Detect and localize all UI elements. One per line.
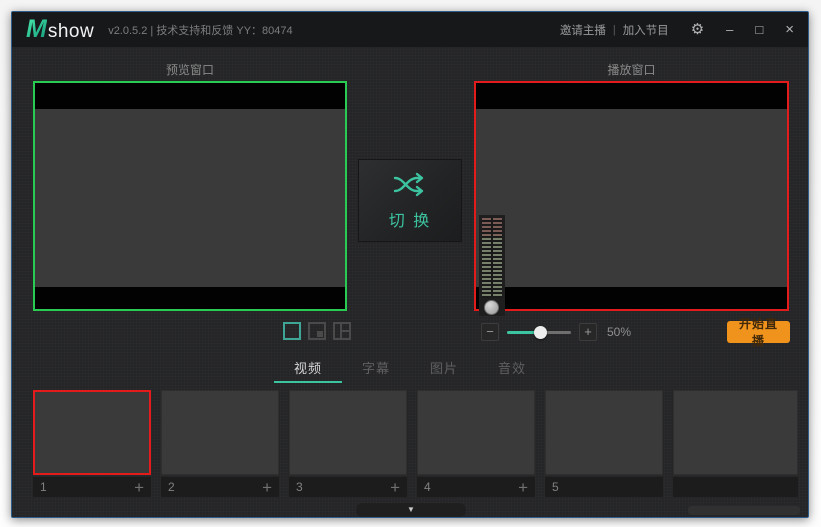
volume-value: 50% (607, 325, 632, 339)
media-footer: 3 + (289, 477, 407, 497)
settings-gear-icon[interactable]: ⚙ (691, 22, 704, 37)
media-slot-2[interactable]: 2 + (161, 390, 279, 498)
tab-video[interactable]: 视频 (274, 359, 342, 383)
media-footer: 4 + (417, 477, 535, 497)
add-media-button[interactable]: + (262, 479, 272, 496)
volume-slider-knob[interactable] (534, 325, 548, 339)
media-footer: 1 + (33, 477, 151, 497)
preview-letterbox-bottom (35, 287, 345, 309)
invite-host-link[interactable]: 邀请主播 (560, 22, 606, 38)
audio-level-meter[interactable] (479, 215, 505, 316)
program-window[interactable] (474, 81, 789, 311)
media-slot-number: 5 (552, 480, 559, 494)
app-logo: M show (26, 14, 95, 43)
media-footer: 5 (545, 477, 663, 497)
program-video-content (476, 109, 787, 287)
media-thumbnail[interactable] (289, 390, 407, 475)
split-horizontal-line (342, 330, 349, 332)
minimize-button[interactable]: – (726, 23, 733, 36)
media-thumbnail[interactable] (33, 390, 151, 475)
media-thumbnail[interactable] (673, 390, 798, 475)
switch-button-label: 切 换 (388, 212, 432, 230)
layout-toolbar (283, 322, 351, 340)
media-footer (673, 477, 798, 497)
media-slot-number: 2 (168, 480, 175, 494)
audio-fader-knob[interactable] (484, 300, 499, 315)
close-button[interactable]: × (785, 22, 794, 37)
horizontal-scrollbar-thumb[interactable] (688, 506, 800, 515)
program-letterbox-bottom (476, 287, 787, 309)
start-streaming-button[interactable]: 开始直播 (727, 317, 790, 348)
media-slot-5[interactable]: 5 (545, 390, 663, 498)
pip-inner-rect (317, 331, 323, 337)
app-window: M show v2.0.5.2 | 技术支持和反馈 YY：80474 邀请主播 … (11, 11, 809, 518)
volume-decrease-button[interactable]: − (481, 323, 499, 341)
media-slot-3[interactable]: 3 + (289, 390, 407, 498)
shuffle-icon (393, 172, 424, 196)
media-tabs: 视频 字幕 图片 音效 (274, 359, 546, 383)
preview-pane-title: 预览窗口 (165, 63, 214, 77)
add-media-button[interactable]: + (518, 479, 528, 496)
media-thumbnail[interactable] (161, 390, 279, 475)
media-slot-number: 1 (40, 480, 47, 494)
media-slot-number: 4 (424, 480, 431, 494)
layout-single-icon[interactable] (283, 322, 301, 340)
layout-split-icon[interactable] (333, 322, 351, 340)
preview-letterbox-top (35, 83, 345, 109)
collapse-strip-button[interactable]: ▼ (356, 503, 466, 517)
layout-pip-icon[interactable] (308, 322, 326, 340)
vu-meter-bars (482, 218, 502, 298)
logo-text: show (47, 20, 95, 42)
add-media-button[interactable]: + (134, 479, 144, 496)
media-slot-number: 3 (296, 480, 303, 494)
media-thumbnail[interactable] (545, 390, 663, 475)
program-pane-title: 播放窗口 (607, 63, 656, 77)
maximize-button[interactable]: □ (755, 23, 763, 36)
preview-video-content (35, 109, 345, 287)
media-slot-4[interactable]: 4 + (417, 390, 535, 498)
volume-slider[interactable] (507, 325, 571, 339)
add-media-button[interactable]: + (390, 479, 400, 496)
preview-window[interactable] (33, 81, 347, 311)
media-thumbnail[interactable] (417, 390, 535, 475)
join-program-link[interactable]: 加入节目 (623, 22, 669, 38)
tab-images[interactable]: 图片 (410, 359, 478, 383)
media-slot-1[interactable]: 1 + (33, 390, 151, 498)
media-strip: 1 + 2 + 3 + 4 + 5 (33, 390, 798, 498)
media-slot-6[interactable] (673, 390, 798, 498)
version-text: v2.0.5.2 | 技术支持和反馈 YY：80474 (108, 24, 293, 37)
tab-sound-effects[interactable]: 音效 (478, 359, 546, 383)
titlebar-separator: | (612, 23, 616, 36)
volume-increase-button[interactable]: + (579, 323, 597, 341)
chevron-down-icon: ▼ (407, 505, 415, 514)
titlebar: M show v2.0.5.2 | 技术支持和反馈 YY：80474 邀请主播 … (12, 12, 808, 47)
volume-bar: − + 50% (481, 322, 631, 342)
switch-button[interactable]: 切 换 (358, 159, 462, 242)
logo-m-icon: M (26, 14, 47, 43)
media-footer: 2 + (161, 477, 279, 497)
program-letterbox-top (476, 83, 787, 109)
tab-subtitles[interactable]: 字幕 (342, 359, 410, 383)
